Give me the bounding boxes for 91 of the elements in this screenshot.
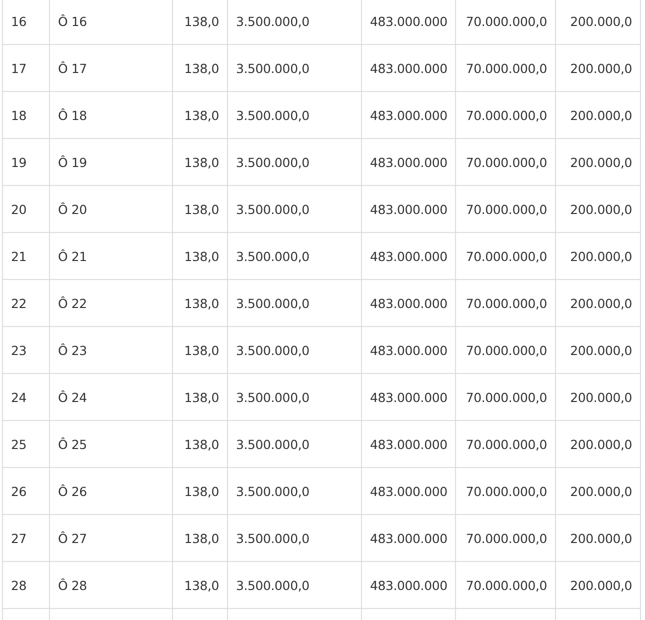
table-cell: 70.000.000,0 xyxy=(456,562,556,608)
table-cell: 138,0 xyxy=(172,0,228,44)
table-cell: 483.000.000 xyxy=(362,420,456,468)
table-cell: 200.000,0 xyxy=(556,92,640,138)
table-cell: 21 xyxy=(2,232,50,280)
table-cell: 200.000,0 xyxy=(556,186,640,232)
table-cell: 70.000.000,0 xyxy=(456,0,556,44)
table-cell: 483.000.000 xyxy=(362,44,456,92)
table-cell: 483.000.000 xyxy=(362,0,456,44)
table-cell: 3.500.000,0 xyxy=(228,0,362,44)
table-cell: 483.000.000 xyxy=(362,186,456,232)
table-cell: 3.500.000,0 xyxy=(228,92,362,138)
table-cell: 17 xyxy=(2,44,50,92)
table-cell: 3.500.000,0 xyxy=(228,232,362,280)
table-cell: 3.500.000,0 xyxy=(228,420,362,468)
table-cell: Ô 27 xyxy=(50,514,172,562)
table-cell: 70.000.000,0 xyxy=(456,514,556,562)
table-cell: 138,0 xyxy=(172,138,228,186)
table-cell: 3.500.000,0 xyxy=(228,562,362,608)
table-cell: 200.000,0 xyxy=(556,0,640,44)
table-cell: 3.500.000,0 xyxy=(228,138,362,186)
table-cell: 3.500.000,0 xyxy=(228,44,362,92)
table-cell: 200.000,0 xyxy=(556,468,640,514)
table-cell: 70.000.000,0 xyxy=(456,44,556,92)
table-cell: 200.000,0 xyxy=(556,562,640,608)
table-cell: 138,0 xyxy=(172,326,228,374)
table-cell: 200.000,0 xyxy=(556,232,640,280)
table-cell: 138,0 xyxy=(172,374,228,420)
table-cell: 27 xyxy=(2,514,50,562)
table-cell: 3.500.000,0 xyxy=(228,374,362,420)
table-cell: Ô 17 xyxy=(50,44,172,92)
table-cell: 3.500.000,0 xyxy=(228,326,362,374)
table-cell: 70.000.000,0 xyxy=(456,468,556,514)
table-cell: 200.000,0 xyxy=(556,44,640,92)
table-cell: 28 xyxy=(2,562,50,608)
table-cell: 70.000.000,0 xyxy=(456,374,556,420)
table-cell: Ô 16 xyxy=(50,0,172,44)
table-cell: 200.000,0 xyxy=(556,326,640,374)
table-cell: 24 xyxy=(2,374,50,420)
table-cell: 138,0 xyxy=(172,562,228,608)
table-cell: 200.000,0 xyxy=(556,280,640,326)
table-cell: 483.000.000 xyxy=(362,374,456,420)
table-cell: 23 xyxy=(2,326,50,374)
table-cell: 70.000.000,0 xyxy=(456,280,556,326)
table-cell: Ô 23 xyxy=(50,326,172,374)
table-cell: 70.000.000,0 xyxy=(456,92,556,138)
table-cell: 138,0 xyxy=(172,514,228,562)
table-cell: 3.500.000,0 xyxy=(228,186,362,232)
table-cell: 483.000.000 xyxy=(362,468,456,514)
table-cell: Ô 24 xyxy=(50,374,172,420)
table-cell: 138,0 xyxy=(172,468,228,514)
table-cell: 138,0 xyxy=(172,186,228,232)
table-cell: 25 xyxy=(2,420,50,468)
table-cell: 3.500.000,0 xyxy=(228,280,362,326)
table-cell: 483.000.000 xyxy=(362,562,456,608)
table-cell: 20 xyxy=(2,186,50,232)
table-cell: 483.000.000 xyxy=(362,326,456,374)
table-cell: 483.000.000 xyxy=(362,514,456,562)
table-cell: 3.500.000,0 xyxy=(228,468,362,514)
table-cell: 200.000,0 xyxy=(556,138,640,186)
table-cell: Ô 19 xyxy=(50,138,172,186)
table-cell: 70.000.000,0 xyxy=(456,420,556,468)
table-cell: 26 xyxy=(2,468,50,514)
table-cell: 138,0 xyxy=(172,232,228,280)
table-cell: 200.000,0 xyxy=(556,374,640,420)
table-cell: Ô 21 xyxy=(50,232,172,280)
table-cell: 138,0 xyxy=(172,44,228,92)
table-cell: 138,0 xyxy=(172,420,228,468)
table-cell: 3.500.000,0 xyxy=(228,514,362,562)
table-cell: 70.000.000,0 xyxy=(456,186,556,232)
table-cell: 200.000,0 xyxy=(556,514,640,562)
table-cell: 138,0 xyxy=(172,280,228,326)
table-cell: 483.000.000 xyxy=(362,92,456,138)
table-cell: 70.000.000,0 xyxy=(456,232,556,280)
table-cell: 483.000.000 xyxy=(362,280,456,326)
table-cell: Ô 28 xyxy=(50,562,172,608)
table-cell: 18 xyxy=(2,92,50,138)
table-cell: Ô 22 xyxy=(50,280,172,326)
table-cell: 70.000.000,0 xyxy=(456,138,556,186)
table-cell: 138,0 xyxy=(172,92,228,138)
table-cell: Ô 25 xyxy=(50,420,172,468)
table-cell: Ô 26 xyxy=(50,468,172,514)
table-cell: 483.000.000 xyxy=(362,232,456,280)
table-cell: Ô 18 xyxy=(50,92,172,138)
table-cell: 200.000,0 xyxy=(556,420,640,468)
table-cell: 16 xyxy=(2,0,50,44)
table-cell: Ô 20 xyxy=(50,186,172,232)
table-cell: 19 xyxy=(2,138,50,186)
table-cell: 483.000.000 xyxy=(362,138,456,186)
table-cell: 22 xyxy=(2,280,50,326)
table-cell: 70.000.000,0 xyxy=(456,326,556,374)
